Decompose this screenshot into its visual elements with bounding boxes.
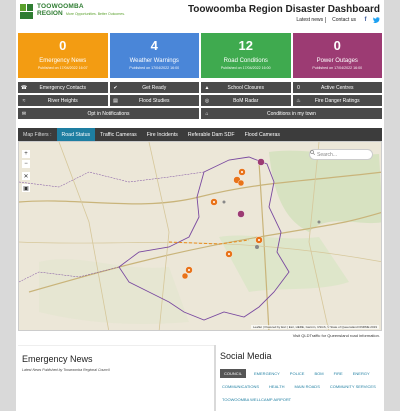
zoom-out-button[interactable]: −	[22, 160, 30, 168]
tab-emergency[interactable]: EMERGENCY	[252, 369, 282, 378]
tab-traffic-cameras[interactable]: Traffic Cameras	[95, 128, 142, 141]
bell-icon: ✉	[21, 110, 27, 117]
site-header: TOOWOOMBA REGION More Opportunities. Bet…	[16, 0, 384, 30]
tab-council[interactable]: COUNCIL	[220, 369, 247, 378]
social-media-title: Social Media	[220, 351, 272, 361]
contact-us-link[interactable]: Contact us	[330, 17, 358, 23]
tile-power-outages[interactable]: 0 Power Outages Published on 17/04/2022 …	[292, 33, 382, 78]
search-placeholder: Search...	[317, 151, 338, 158]
tile-count: 12	[238, 38, 253, 53]
latest-news-link[interactable]: Latest news	[294, 16, 327, 23]
tab-fire-incidents[interactable]: Fire Incidents	[142, 128, 183, 141]
water-icon: ≈	[22, 97, 26, 104]
radar-icon: ◎	[204, 97, 210, 104]
school-closures-button[interactable]: ▲ School Closures	[201, 82, 291, 93]
quick-links: ☎ Emergency Contacts ✔ Get Ready ▲ School C…	[18, 82, 382, 119]
tile-published: Published on 17/04/2022 16:00	[312, 66, 363, 70]
tile-label: Power Outages	[316, 58, 358, 64]
school-icon: ▲	[204, 84, 210, 91]
river-heights-button[interactable]: ≈ River Heights	[18, 95, 108, 106]
tab-community-services[interactable]: COMMUNITY SERVICES	[328, 382, 378, 391]
document-icon: ▤	[113, 97, 118, 104]
tile-emergency-news[interactable]: 0 Emergency News Published on 17/04/2022…	[18, 33, 108, 78]
twitter-icon[interactable]	[373, 16, 380, 23]
page: TOOWOOMBA REGION More Opportunities. Bet…	[16, 0, 384, 411]
tab-road-status[interactable]: Road Status	[56, 128, 96, 141]
logo-mark-icon	[20, 4, 34, 20]
tile-published: Published on 17/04/2022 16:00	[129, 66, 180, 70]
map-filters-label: Map Filters :	[23, 131, 52, 138]
logo-tagline: More Opportunities. Better Outcomes.	[66, 12, 125, 16]
conditions-in-my-town-button[interactable]: ⌂ Conditions in my town	[201, 108, 382, 119]
get-ready-button[interactable]: ✔ Get Ready	[109, 82, 199, 93]
tab-energy[interactable]: ENERGY	[351, 369, 372, 378]
tab-bom[interactable]: BOM	[312, 369, 325, 378]
region-map[interactable]: + − ✕ ▣ Search... Leaflet | Powered by E…	[18, 141, 382, 331]
tile-label: Weather Warnings	[129, 58, 179, 64]
zoom-in-button[interactable]: +	[22, 150, 30, 158]
tile-road-conditions[interactable]: 12 Road Conditions Published on 17/04/20…	[201, 33, 291, 78]
fire-icon: ♨	[296, 97, 301, 104]
emergency-news-title: Emergency News	[22, 354, 93, 364]
emergency-news-section: Emergency News Latest News Published by …	[18, 345, 214, 411]
map-canvas	[19, 142, 381, 330]
tab-fire[interactable]: FIRE	[332, 369, 345, 378]
map-filter-bar: Map Filters : Road Status Traffic Camera…	[18, 128, 382, 141]
tab-toowoomba-wellcamp-airport[interactable]: TOOWOOMBA WELLCAMP AIRPORT	[220, 395, 293, 404]
facebook-icon[interactable]: f	[362, 16, 369, 23]
tile-published: Published on 17/04/2022 16:00	[220, 66, 271, 70]
flood-studies-button[interactable]: ▤ Flood Studies	[109, 95, 199, 106]
page-title: Toowoomba Region Disaster Dashboard	[187, 4, 380, 15]
social-media-section: Social Media COUNCIL EMERGENCY POLICE BO…	[214, 345, 382, 411]
pin-icon: ⌂	[205, 110, 209, 117]
tile-published: Published on 17/04/2022 16:07	[37, 66, 88, 70]
tile-label: Road Conditions	[223, 58, 268, 64]
emergency-contacts-button[interactable]: ☎ Emergency Contacts	[18, 82, 108, 93]
summary-tiles: 0 Emergency News Published on 17/04/2022…	[18, 33, 382, 78]
bom-radar-button[interactable]: ◎ BoM Radar	[201, 95, 291, 106]
tab-referable-dam-sdf[interactable]: Referable Dam SDF	[183, 128, 240, 141]
tab-communications[interactable]: COMMUNICATIONS	[220, 382, 261, 391]
fullscreen-icon[interactable]: ✕	[22, 172, 30, 180]
map-attribution: Leaflet | Powered by Esri | Esri, HERE, …	[251, 325, 379, 329]
emergency-news-subtitle: Latest News Published by Toowoomba Regio…	[22, 368, 110, 372]
layers-icon[interactable]: ▣	[22, 184, 30, 192]
active-centres-button[interactable]: 0 Active Centres	[292, 82, 382, 93]
centre-icon: 0	[297, 84, 300, 91]
phone-icon: ☎	[20, 84, 28, 91]
tab-police[interactable]: POLICE	[288, 369, 307, 378]
tile-count: 0	[59, 38, 67, 53]
header-links: Latest news Contact us f	[294, 16, 380, 23]
qldtraffic-note: Visit QLDTraffic for Queensland road inf…	[292, 333, 380, 338]
map-search-input[interactable]: Search...	[309, 149, 373, 160]
tile-count: 4	[150, 38, 158, 53]
opt-in-notifications-button[interactable]: ✉ Opt in Notifications	[18, 108, 199, 119]
tile-count: 0	[333, 38, 341, 53]
fire-danger-ratings-button[interactable]: ♨ Fire Danger Ratings	[292, 95, 382, 106]
tab-flood-cameras[interactable]: Flood Cameras	[240, 128, 285, 141]
tile-weather-warnings[interactable]: 4 Weather Warnings Published on 17/04/20…	[109, 33, 199, 78]
tab-health[interactable]: HEALTH	[267, 382, 286, 391]
check-icon: ✔	[113, 84, 118, 91]
tab-main-roads[interactable]: MAIN ROADS	[293, 382, 322, 391]
tile-label: Emergency News	[39, 58, 87, 64]
social-media-tabs: COUNCIL EMERGENCY POLICE BOM FIRE ENERGY…	[220, 369, 382, 404]
